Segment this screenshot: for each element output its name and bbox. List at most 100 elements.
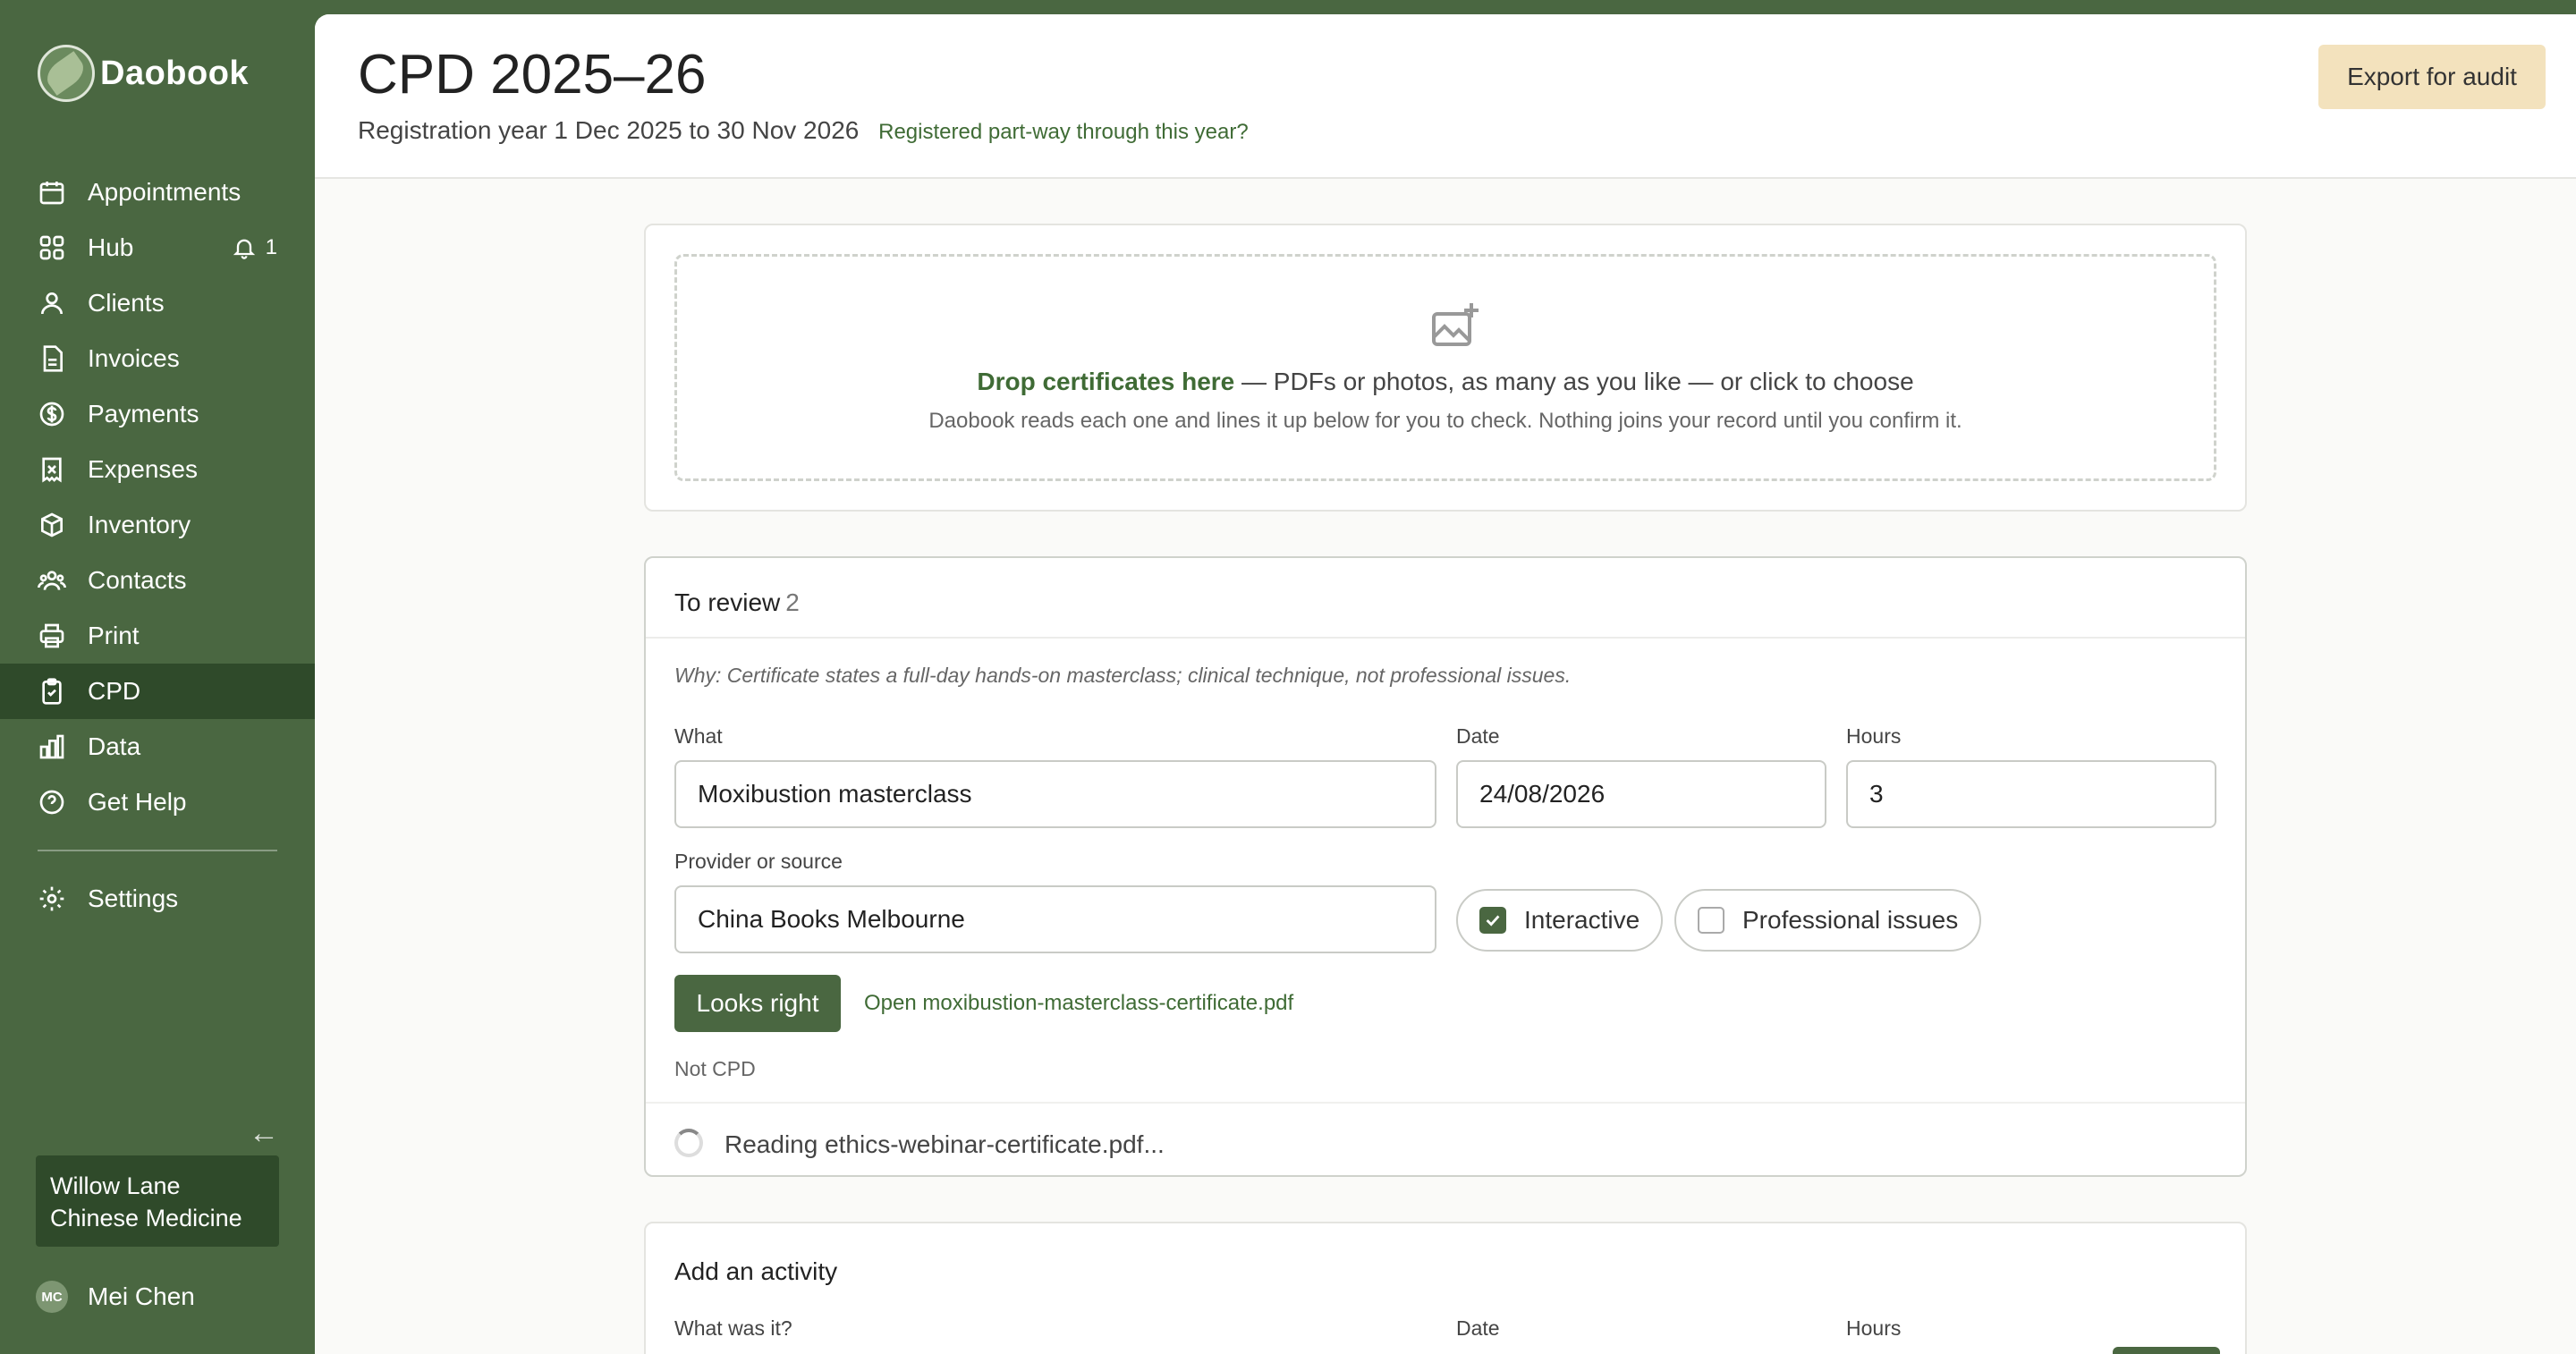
hours-field[interactable]: 3 xyxy=(1846,760,2216,828)
sidebar-item-label: Expenses xyxy=(88,455,198,483)
provider-field[interactable]: China Books Melbourne xyxy=(674,885,1436,953)
help-icon xyxy=(38,788,66,817)
what-was-it-label: What was it? xyxy=(674,1316,792,1340)
page-title: CPD 2025–26 xyxy=(358,44,707,106)
processing-row: Reading ethics-webinar-certificate.pdf..… xyxy=(646,1102,2245,1177)
dollar-icon xyxy=(38,400,66,428)
sidebar-item-label: Invoices xyxy=(88,344,180,372)
bar-chart-icon xyxy=(38,732,66,761)
part-way-registration-link[interactable]: Registered part-way through this year? xyxy=(878,120,1249,144)
sidebar-item-label: Hub xyxy=(88,233,134,261)
user-name: Mei Chen xyxy=(88,1282,195,1310)
sidebar-item-expenses[interactable]: Expenses xyxy=(0,442,315,497)
sidebar-nav: Appointments Hub 1 Clients Invoices Paym… xyxy=(0,165,315,927)
looks-right-button[interactable]: Looks right xyxy=(674,975,841,1032)
open-certificate-link[interactable]: Open moxibustion-masterclass-certificate… xyxy=(864,991,1293,1016)
add-date-label: Date xyxy=(1456,1316,1500,1340)
collapse-sidebar-arrow-icon[interactable]: ← xyxy=(249,1116,279,1151)
sidebar-item-payments[interactable]: Payments xyxy=(0,386,315,442)
sidebar-item-label: Inventory xyxy=(88,511,191,538)
what-field[interactable]: Moxibustion masterclass xyxy=(674,760,1436,828)
sidebar-divider xyxy=(38,850,277,851)
dropzone-emphasis: Drop certificates here xyxy=(977,368,1235,395)
registration-year-text: Registration year 1 Dec 2025 to 30 Nov 2… xyxy=(358,116,860,144)
what-label: What xyxy=(674,724,723,748)
interactive-label: Interactive xyxy=(1524,906,1640,934)
document-icon xyxy=(38,344,66,373)
add-activity-button[interactable] xyxy=(2113,1347,2220,1354)
org-switcher[interactable]: Willow Lane Chinese Medicine xyxy=(36,1155,279,1247)
sidebar-item-hub[interactable]: Hub 1 xyxy=(0,220,315,275)
review-count: 2 xyxy=(785,588,800,616)
sidebar-item-inventory[interactable]: Inventory xyxy=(0,497,315,553)
loading-spinner-icon xyxy=(674,1129,703,1157)
sidebar-item-label: Settings xyxy=(88,884,179,912)
sidebar: Daobook Appointments Hub 1 Clients Invoi… xyxy=(0,0,315,1354)
page-header: CPD 2025–26 Registration year 1 Dec 2025… xyxy=(315,14,2576,179)
add-image-icon xyxy=(1430,301,1480,350)
professional-issues-toggle[interactable]: Professional issues xyxy=(1674,889,1982,952)
sidebar-item-cpd[interactable]: CPD xyxy=(0,664,315,719)
box-icon xyxy=(38,511,66,539)
sidebar-item-appointments[interactable]: Appointments xyxy=(0,165,315,220)
add-hours-label: Hours xyxy=(1846,1316,1902,1340)
notification-badge[interactable]: 1 xyxy=(232,235,277,260)
dropzone-rest: — PDFs or photos, as many as you like — … xyxy=(1234,368,1914,395)
sidebar-item-label: Data xyxy=(88,732,141,760)
sidebar-item-get-help[interactable]: Get Help xyxy=(0,774,315,830)
sidebar-item-clients[interactable]: Clients xyxy=(0,275,315,331)
classification-reason: Why: Certificate states a full-day hands… xyxy=(674,664,1572,687)
add-activity-title: Add an activity xyxy=(674,1257,838,1285)
interactive-toggle[interactable]: Interactive xyxy=(1456,889,1664,952)
main-content: CPD 2025–26 Registration year 1 Dec 2025… xyxy=(315,14,2576,1354)
provider-label: Provider or source xyxy=(674,850,843,873)
checkmark-icon xyxy=(1486,915,1500,927)
export-for-audit-button[interactable]: Export for audit xyxy=(2318,45,2546,109)
brand-name: Daobook xyxy=(100,54,250,92)
sidebar-item-label: Print xyxy=(88,622,140,649)
sidebar-item-print[interactable]: Print xyxy=(0,608,315,664)
professional-issues-checkbox[interactable] xyxy=(1698,907,1724,934)
review-heading: To review 2 xyxy=(674,588,800,617)
review-card: To review 2 Why: Certificate states a ful… xyxy=(644,556,2247,1177)
sidebar-item-contacts[interactable]: Contacts xyxy=(0,553,315,608)
divider xyxy=(646,637,2245,639)
sidebar-item-label: Clients xyxy=(88,289,165,317)
notification-count: 1 xyxy=(265,235,277,259)
printer-icon xyxy=(38,622,66,650)
clipboard-icon xyxy=(38,677,66,706)
sidebar-item-label: Appointments xyxy=(88,178,242,206)
review-title: To review xyxy=(674,588,781,616)
sidebar-item-settings[interactable]: Settings xyxy=(0,871,315,927)
receipt-icon xyxy=(38,455,66,484)
user-profile[interactable]: MC Mei Chen xyxy=(36,1281,195,1313)
daobook-logo-icon xyxy=(38,45,95,102)
dropzone-instructions: Drop certificates here — PDFs or photos,… xyxy=(677,368,2214,396)
date-label: Date xyxy=(1456,724,1500,748)
bell-icon xyxy=(233,239,255,259)
dropzone-note: Daobook reads each one and lines it up b… xyxy=(928,409,1962,433)
sidebar-item-label: Contacts xyxy=(88,566,187,594)
sidebar-item-invoices[interactable]: Invoices xyxy=(0,331,315,386)
brand[interactable]: Daobook xyxy=(38,45,249,102)
sidebar-item-label: Payments xyxy=(88,400,199,427)
sidebar-item-label: Get Help xyxy=(88,788,187,816)
calendar-icon xyxy=(38,178,66,207)
not-cpd-status: Not CPD xyxy=(674,1057,756,1080)
hours-label: Hours xyxy=(1846,724,1902,748)
gear-icon xyxy=(38,884,66,913)
upload-card: Drop certificates here — PDFs or photos,… xyxy=(644,224,2247,512)
grid-icon xyxy=(38,233,66,262)
contacts-icon xyxy=(38,566,66,595)
interactive-checkbox[interactable] xyxy=(1479,907,1506,934)
professional-issues-label: Professional issues xyxy=(1742,906,1959,934)
users-icon xyxy=(38,289,66,317)
add-activity-card: Add an activity What was it? Date Hours xyxy=(644,1222,2247,1354)
avatar: MC xyxy=(36,1281,68,1313)
sidebar-item-label: CPD xyxy=(88,677,141,705)
sidebar-item-data[interactable]: Data xyxy=(0,719,315,774)
certificate-dropzone[interactable]: Drop certificates here — PDFs or photos,… xyxy=(674,254,2216,481)
processing-status: Reading ethics-webinar-certificate.pdf..… xyxy=(724,1130,1165,1158)
registration-year: Registration year 1 Dec 2025 to 30 Nov 2… xyxy=(358,116,1249,145)
date-field[interactable]: 24/08/2026 xyxy=(1456,760,1826,828)
